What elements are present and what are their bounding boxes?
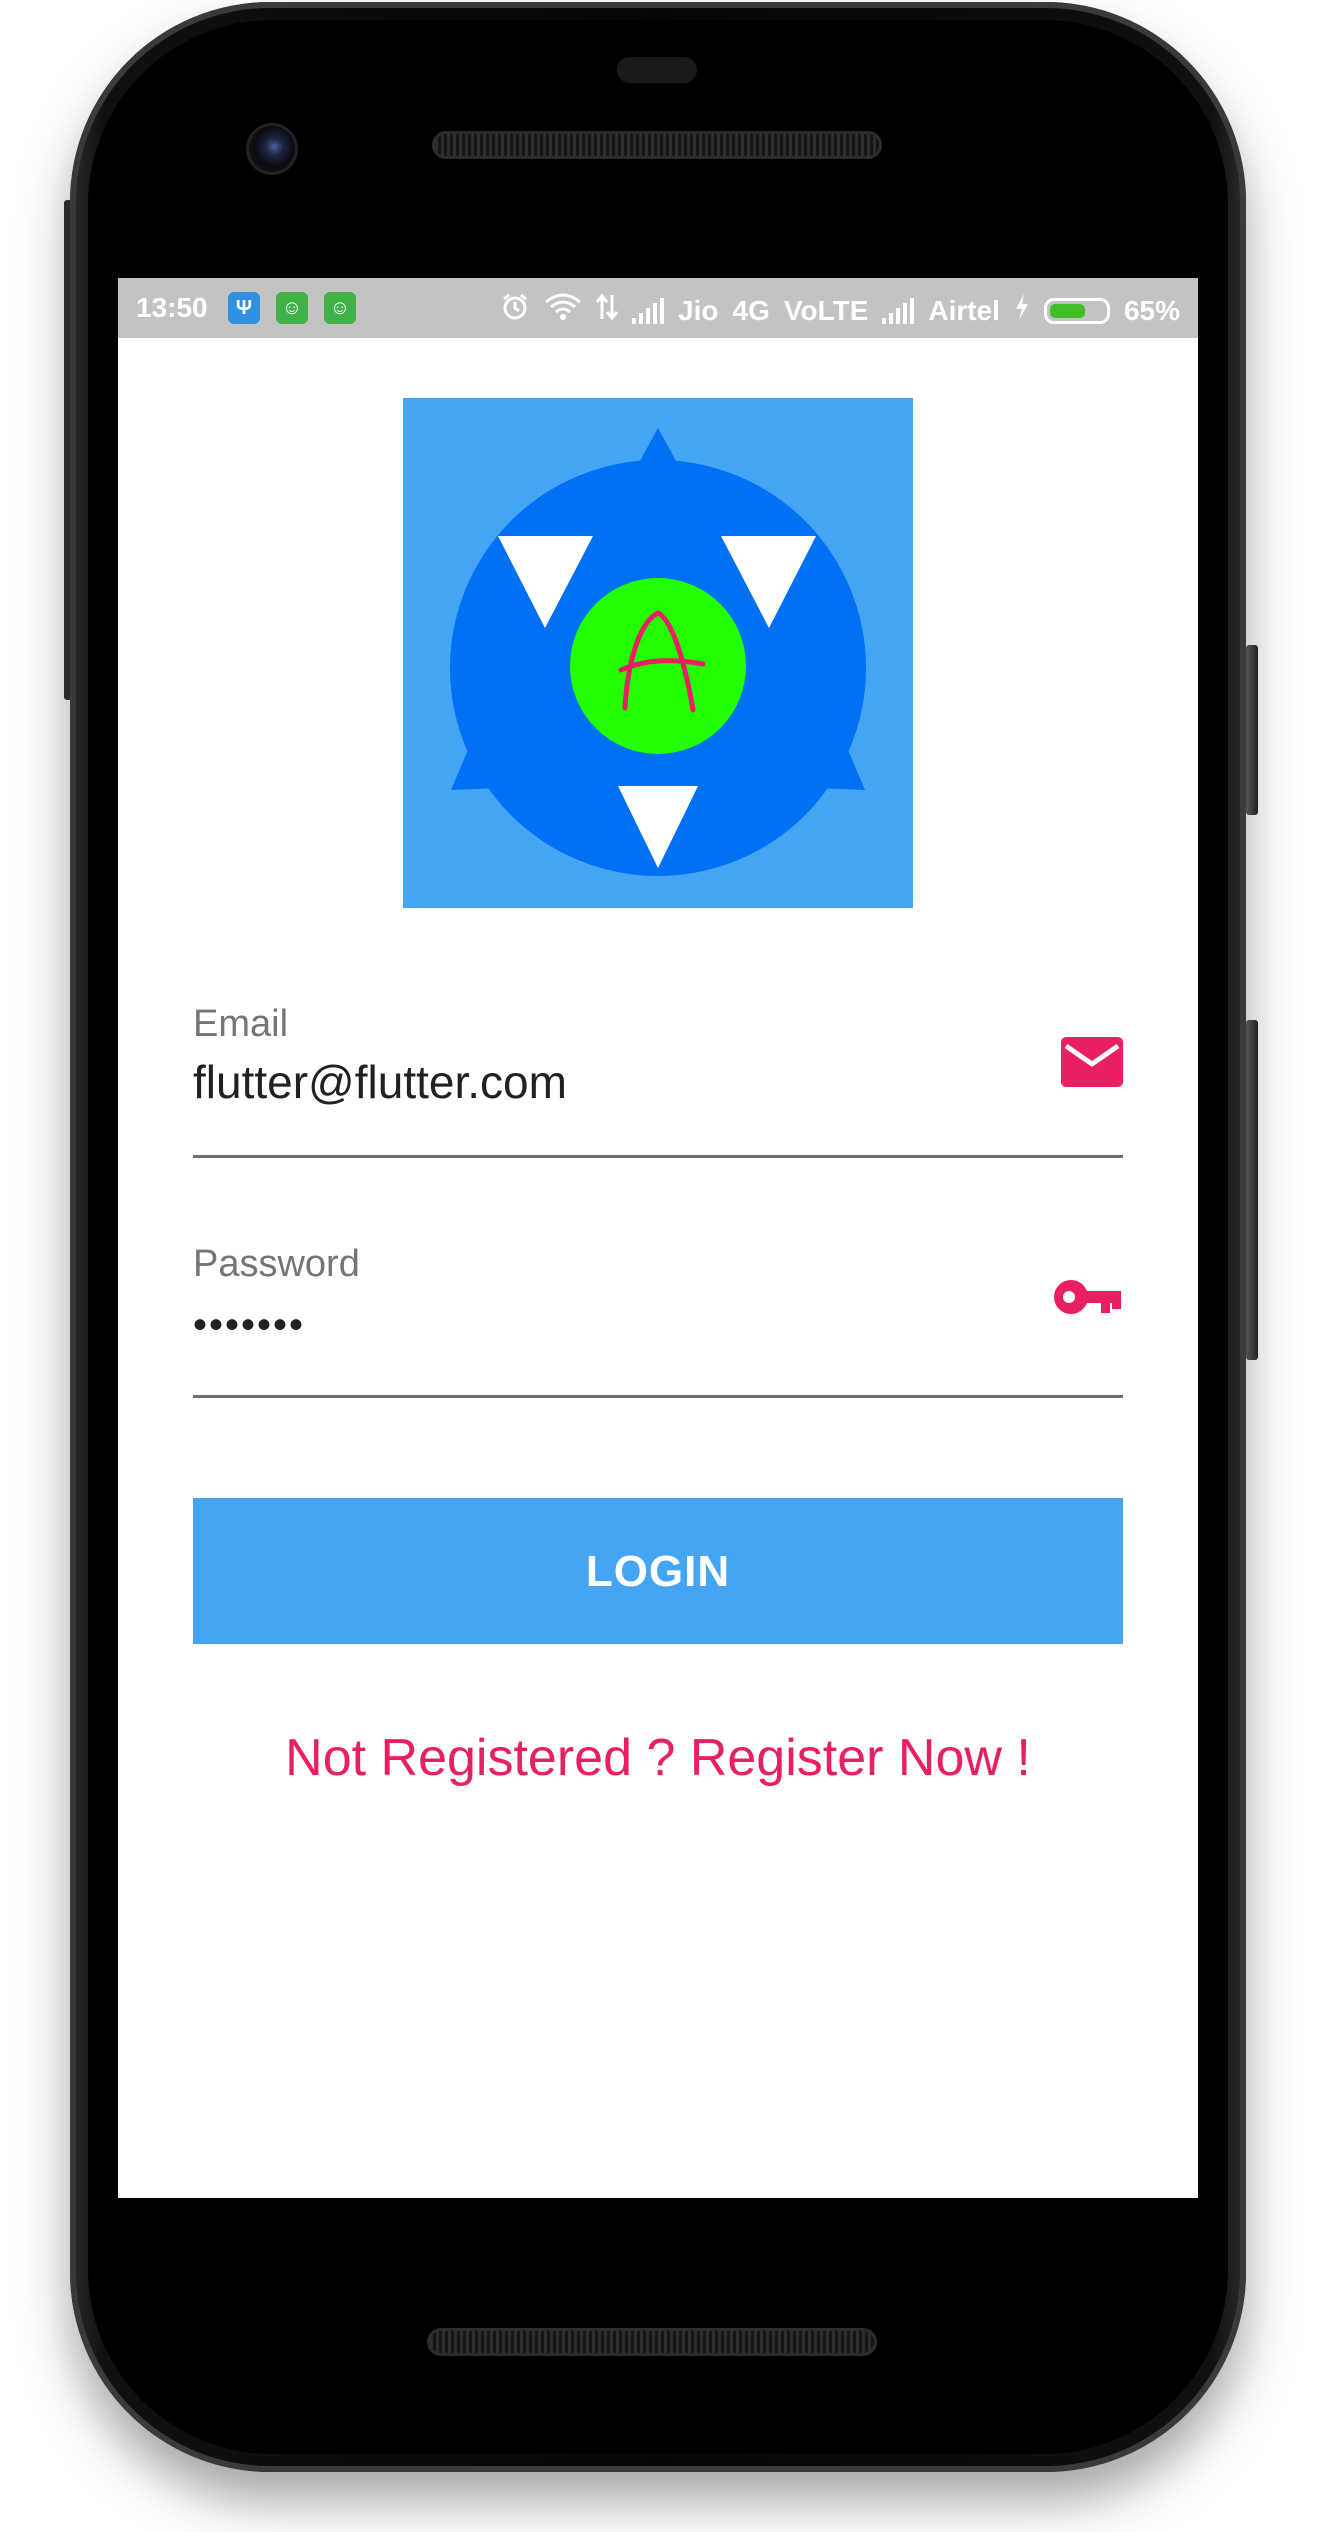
battery-percent: 65% bbox=[1123, 294, 1180, 326]
carrier-1-label: Jio bbox=[678, 294, 719, 326]
login-button[interactable]: LOGIN bbox=[193, 1498, 1123, 1644]
carrier-2-label: Airtel bbox=[928, 294, 1000, 326]
app-notification-icon: ☺ bbox=[324, 292, 356, 324]
register-link[interactable]: Not Registered ? Register Now ! bbox=[118, 1728, 1198, 1788]
password-field[interactable]: Password ••••••• bbox=[193, 1243, 1123, 1398]
signal-icon bbox=[632, 297, 665, 324]
volte-label: VoLTE bbox=[783, 294, 869, 326]
email-underline bbox=[193, 1155, 1123, 1158]
charging-icon bbox=[1014, 293, 1030, 328]
battery-level-fill bbox=[1049, 303, 1086, 318]
bottom-speaker bbox=[427, 2328, 877, 2356]
status-time: 13:50 bbox=[136, 292, 208, 323]
status-right-group: Jio 4G VoLTE Airtel 65% bbox=[500, 292, 1180, 329]
status-bar: 13:50 Ψ ☺ ☺ Jio 4G VoLTE Airtel 65% bbox=[118, 278, 1198, 338]
email-label: Email bbox=[193, 1003, 289, 1045]
network-type-label: 4G bbox=[732, 294, 770, 326]
device-mockup: 13:50 Ψ ☺ ☺ Jio 4G VoLTE Airtel 65% Emai… bbox=[0, 0, 1330, 2532]
app-logo bbox=[403, 398, 913, 908]
email-input-value[interactable]: flutter@flutter.com bbox=[193, 1055, 567, 1109]
app-screen: 13:50 Ψ ☺ ☺ Jio 4G VoLTE Airtel 65% Emai… bbox=[118, 278, 1198, 2198]
mail-icon bbox=[1061, 1037, 1123, 1092]
earpiece-speaker bbox=[432, 131, 882, 159]
signal-icon bbox=[882, 297, 915, 324]
password-label: Password bbox=[193, 1243, 360, 1285]
usb-icon: Ψ bbox=[228, 292, 260, 324]
top-sensor bbox=[617, 57, 697, 83]
wifi-icon bbox=[544, 293, 582, 328]
volume-buttons bbox=[1246, 1020, 1258, 1360]
alarm-icon bbox=[500, 292, 530, 329]
password-input-value[interactable]: ••••••• bbox=[193, 1303, 305, 1348]
front-camera bbox=[246, 123, 298, 175]
email-field[interactable]: Email flutter@flutter.com bbox=[193, 1003, 1123, 1158]
app-notification-icon: ☺ bbox=[276, 292, 308, 324]
key-icon bbox=[1053, 1277, 1123, 1326]
password-underline bbox=[193, 1395, 1123, 1398]
power-button bbox=[1246, 645, 1258, 815]
battery-icon bbox=[1043, 297, 1110, 324]
data-transfer-icon bbox=[595, 293, 619, 328]
